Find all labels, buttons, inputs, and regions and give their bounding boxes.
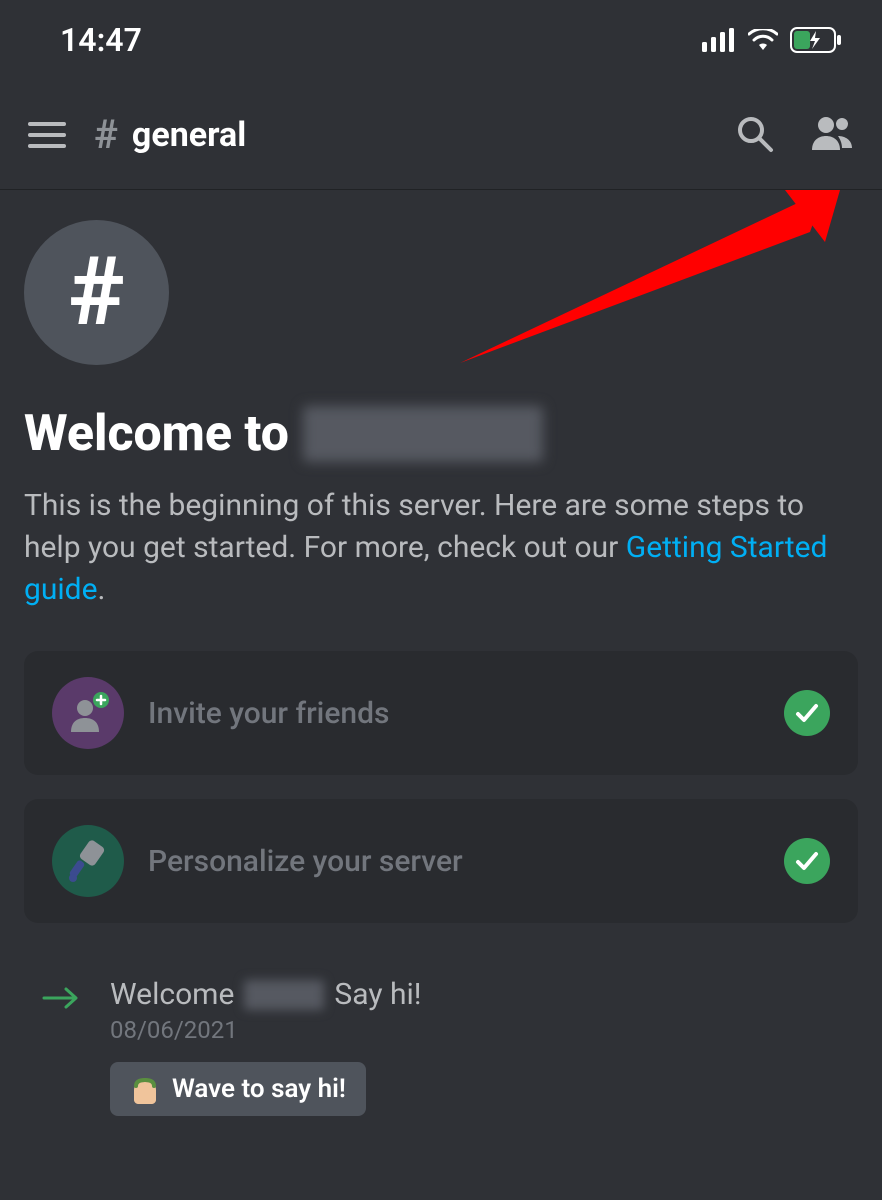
welcome-title-prefix: Welcome to: [24, 405, 289, 463]
wifi-icon: [748, 29, 778, 51]
status-time: 14:47: [60, 21, 142, 59]
redacted-server-name: [303, 406, 543, 462]
channel-content: # Welcome to This is the beginning of th…: [0, 190, 882, 1116]
personalize-icon: [52, 825, 124, 897]
channel-badge: #: [24, 220, 169, 365]
welcome-description: This is the beginning of this server. He…: [24, 485, 858, 611]
hash-icon: #: [94, 111, 118, 158]
step-invite-friends[interactable]: Invite your friends: [24, 651, 858, 775]
invite-icon: [52, 677, 124, 749]
welcome-desc-after: .: [98, 572, 106, 607]
step-personalize-server[interactable]: Personalize your server: [24, 799, 858, 923]
wave-button[interactable]: Wave to say hi!: [110, 1062, 366, 1116]
menu-button[interactable]: [28, 122, 66, 148]
members-icon: [810, 114, 854, 152]
cellular-icon: [702, 28, 736, 52]
battery-icon: [790, 27, 842, 53]
wave-emoji-icon: [130, 1074, 160, 1104]
join-arrow-icon: [42, 981, 82, 1019]
step-label: Personalize your server: [148, 844, 760, 879]
system-join-message: Welcome Say hi! 08/06/2021 Wave to say h…: [24, 947, 858, 1116]
search-icon: [734, 113, 774, 153]
step-label: Invite your friends: [148, 696, 760, 731]
channel-name-label: general: [132, 115, 246, 155]
channel-header: # general: [0, 80, 882, 190]
welcome-heading: Welcome to: [24, 405, 858, 463]
status-icons: [702, 27, 842, 53]
check-icon: [784, 690, 830, 736]
redacted-username: [244, 980, 324, 1010]
system-message-line: Welcome Say hi!: [110, 977, 852, 1012]
search-button[interactable]: [734, 113, 774, 157]
sys-suffix: Say hi!: [334, 977, 421, 1012]
check-icon: [784, 838, 830, 884]
system-message-date: 08/06/2021: [110, 1016, 852, 1044]
status-bar: 14:47: [0, 0, 882, 80]
hash-icon: #: [68, 237, 124, 348]
members-button[interactable]: [810, 114, 854, 156]
sys-prefix: Welcome: [110, 977, 234, 1012]
wave-button-label: Wave to say hi!: [172, 1074, 346, 1104]
channel-title[interactable]: # general: [94, 111, 706, 158]
